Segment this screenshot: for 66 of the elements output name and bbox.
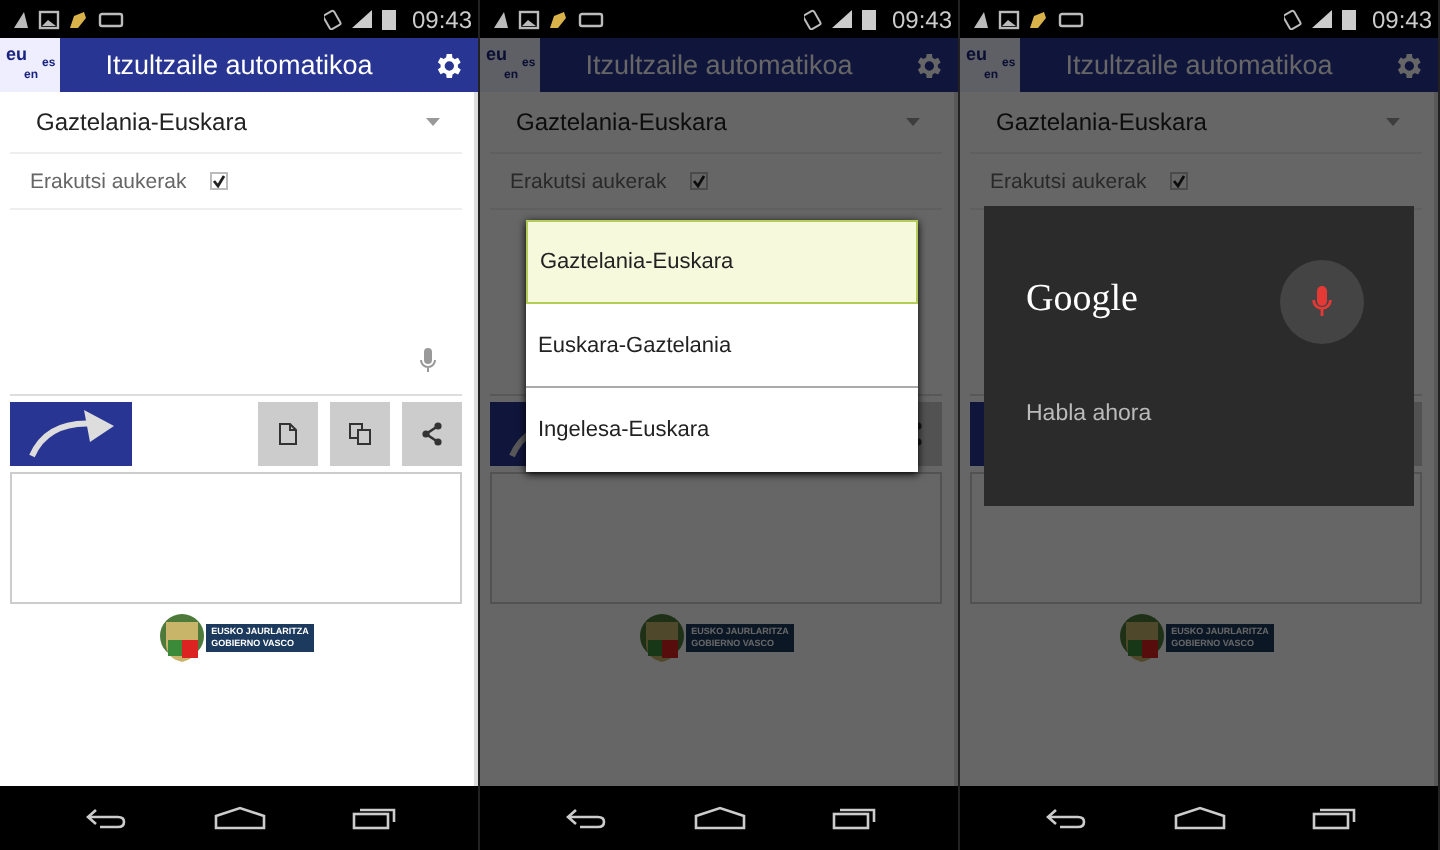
coat-of-arms-icon [1117, 612, 1166, 664]
app-title: Itzultzaile automatikoa [1063, 50, 1335, 80]
image-icon [518, 9, 540, 29]
status-time: 09:43 [1371, 5, 1432, 33]
back-icon[interactable] [1043, 806, 1087, 830]
dropdown-option[interactable]: Ingelesa-Euskara [526, 388, 918, 472]
voice-prompt: Habla ahora [1026, 402, 1152, 426]
dropdown-option[interactable]: Gaztelania-Euskara [526, 220, 918, 304]
coat-of-arms-icon [157, 612, 206, 664]
caret-icon [906, 118, 920, 126]
status-time: 09:43 [411, 5, 472, 33]
microphone-button[interactable] [1280, 260, 1364, 344]
microphone-icon[interactable] [420, 348, 436, 374]
share-button[interactable] [402, 402, 462, 466]
recents-icon[interactable] [831, 806, 875, 830]
recents-icon[interactable] [1311, 806, 1355, 830]
home-icon[interactable] [213, 806, 265, 830]
signal-icon [351, 10, 372, 28]
coat-of-arms-icon [637, 612, 686, 664]
rotation-icon [323, 9, 343, 30]
battery-icon [1341, 10, 1356, 30]
battery-icon [861, 10, 876, 30]
checkbox[interactable] [1170, 172, 1189, 190]
caret-icon [426, 118, 440, 126]
option-label: Erakutsi aukerak [30, 169, 187, 193]
dialog-title: Google [1026, 278, 1138, 322]
card-icon [98, 11, 124, 27]
settings-icon[interactable] [432, 49, 464, 81]
checkbox[interactable] [690, 172, 709, 190]
app-title: Itzultzaile automatikoa [103, 50, 375, 80]
rotation-icon [803, 9, 823, 30]
signal-icon [831, 10, 852, 28]
dropdown-option[interactable]: Euskara-Gaztelania [526, 304, 918, 388]
image-icon [998, 9, 1020, 29]
card-icon [1058, 11, 1084, 27]
microphone-icon [1312, 286, 1332, 318]
recents-icon[interactable] [351, 806, 395, 830]
home-icon[interactable] [693, 806, 745, 830]
notification-triangle-icon [494, 11, 508, 27]
file-icon [278, 422, 298, 446]
broom-icon [1030, 11, 1046, 27]
checkbox[interactable] [210, 172, 229, 190]
battery-icon [381, 10, 396, 30]
broom-icon [550, 11, 566, 27]
back-icon[interactable] [83, 806, 127, 830]
copy-button[interactable] [330, 402, 390, 466]
notification-triangle-icon [14, 11, 28, 27]
rotation-icon [1283, 9, 1303, 30]
notification-triangle-icon [974, 11, 988, 27]
copy-icon [348, 422, 372, 446]
broom-icon [70, 11, 86, 27]
card-icon [578, 11, 604, 27]
caret-icon [1386, 118, 1400, 126]
arrow-icon [23, 408, 119, 460]
back-icon[interactable] [563, 806, 607, 830]
app-title: Itzultzaile automatikoa [583, 50, 855, 80]
home-icon[interactable] [1173, 806, 1225, 830]
option-label: Erakutsi aukerak [990, 169, 1147, 193]
share-icon [420, 422, 444, 446]
status-time: 09:43 [891, 5, 952, 33]
language-dropdown[interactable]: Gaztelania-Euskara [10, 92, 462, 154]
file-button[interactable] [258, 402, 318, 466]
translate-button[interactable] [10, 402, 132, 466]
image-icon [38, 9, 60, 29]
signal-icon [1311, 10, 1332, 28]
option-label: Erakutsi aukerak [510, 169, 667, 193]
